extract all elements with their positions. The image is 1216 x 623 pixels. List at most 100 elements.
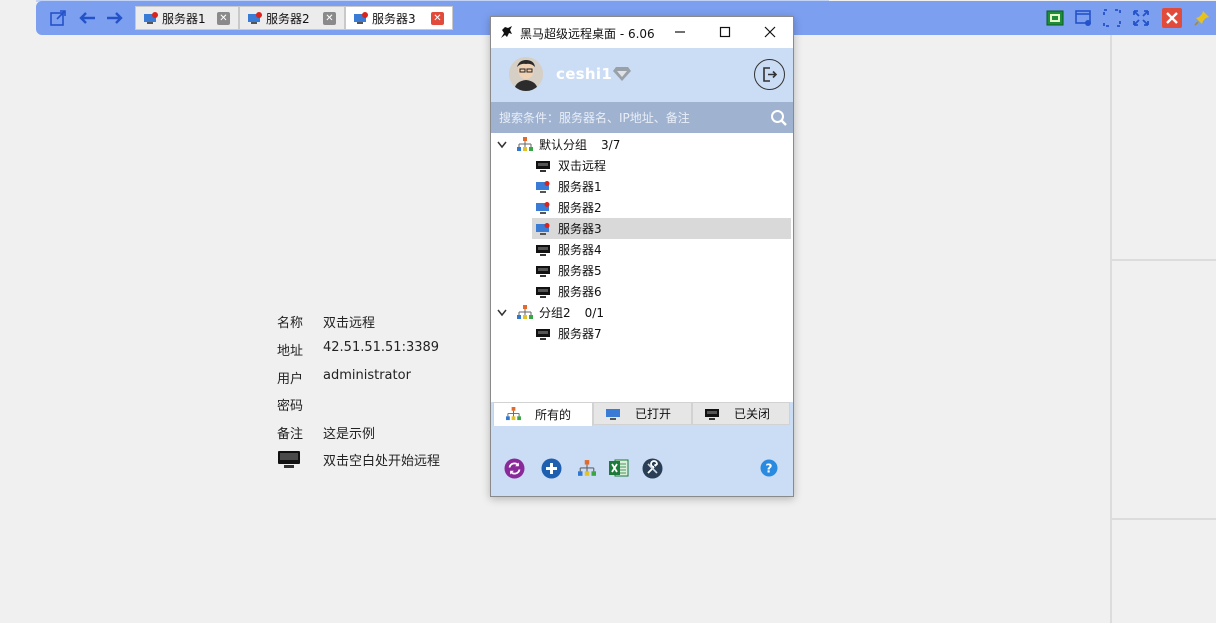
group-label: 分组2 0/1	[539, 306, 604, 320]
server-open-icon	[248, 11, 262, 24]
user-header: ceshi1	[491, 48, 793, 102]
tree-item[interactable]: 服务器6	[536, 281, 786, 302]
popout-icon[interactable]	[48, 9, 68, 27]
tree-item[interactable]: 双击远程	[536, 155, 786, 176]
server-offline-icon	[536, 265, 550, 277]
tab-server-1[interactable]: 服务器1 ✕	[135, 6, 239, 30]
server-offline-icon	[536, 160, 550, 172]
group-icon	[517, 305, 533, 319]
tree-item[interactable]: 服务器5	[536, 260, 786, 281]
close-icon[interactable]: ✕	[323, 12, 336, 25]
tree-item-label: 双击远程	[558, 159, 607, 173]
filter-tabs: 所有的 已打开 已关闭	[491, 402, 793, 426]
server-open-icon	[536, 201, 550, 214]
search-icon[interactable]	[770, 109, 788, 131]
server-open-icon	[536, 222, 550, 235]
tree-item-label: 服务器1	[558, 180, 602, 194]
search-input[interactable]	[499, 108, 764, 128]
group-icon	[506, 407, 521, 421]
server-open-icon	[536, 180, 550, 193]
server-offline-icon	[536, 286, 550, 298]
remote-desktop-window: 黑马超级远程桌面 - 6.06 ceshi1 默认分组3/7	[490, 16, 794, 497]
close-all-icon[interactable]	[1162, 8, 1182, 28]
group-icon	[517, 137, 533, 151]
group-label: 默认分组 3/7	[539, 138, 621, 152]
server-offline-icon	[705, 409, 719, 420]
info-value: 42.51.51.51:3389	[323, 340, 440, 355]
info-key: 用户	[277, 372, 304, 387]
split-divider	[1112, 259, 1216, 261]
diamond-icon	[613, 67, 631, 81]
close-icon[interactable]: ✕	[431, 12, 444, 25]
tree-item-label: 服务器7	[558, 327, 602, 341]
info-value: 双击远程	[323, 316, 376, 331]
tree-group-default[interactable]: 默认分组 3/7	[497, 134, 787, 155]
tree-item-label: 服务器5	[558, 264, 602, 278]
tree-item[interactable]: 服务器4	[536, 239, 786, 260]
server-tree: 默认分组3/7 双击远程 服务器1 服务器2 服务器3 服务器4 服务器5 服	[491, 133, 793, 401]
add-icon[interactable]	[540, 457, 562, 479]
split-divider	[1110, 35, 1112, 623]
start-remote-label: 双击空白处开始远程	[323, 454, 441, 469]
forward-arrow-icon[interactable]	[105, 9, 125, 27]
server-open-icon	[354, 11, 368, 24]
tab-opened[interactable]: 已打开	[593, 402, 692, 425]
tab-label: 所有的	[535, 408, 572, 422]
tab-all[interactable]: 所有的	[493, 402, 593, 426]
tree-item-label: 服务器6	[558, 285, 602, 299]
expand-icon[interactable]	[1131, 9, 1151, 27]
tree-item[interactable]: 服务器1	[536, 176, 786, 197]
back-arrow-icon[interactable]	[77, 9, 97, 27]
logout-icon[interactable]	[754, 59, 785, 90]
window-title-bar[interactable]: 黑马超级远程桌面 - 6.06	[491, 17, 793, 48]
server-open-icon	[606, 409, 620, 420]
screenshot-icon[interactable]	[1045, 9, 1065, 27]
info-key: 备注	[277, 427, 304, 442]
info-key: 密码	[277, 399, 304, 414]
tree-item[interactable]: 服务器7	[536, 323, 786, 344]
window-settings-icon[interactable]	[1074, 9, 1094, 27]
info-key: 地址	[277, 344, 304, 359]
tab-label: 已关闭	[734, 407, 771, 421]
svg-text:?: ?	[766, 462, 773, 476]
split-divider	[1112, 518, 1216, 520]
excel-icon[interactable]	[608, 457, 630, 479]
tree-item[interactable]: 服务器2	[536, 197, 786, 218]
close-button[interactable]	[756, 21, 784, 43]
refresh-icon[interactable]	[503, 457, 525, 479]
window-title: 黑马超级远程桌面 - 6.06	[520, 27, 655, 41]
server-offline-icon	[536, 244, 550, 256]
server-open-icon	[144, 11, 158, 24]
group-manage-icon[interactable]	[576, 457, 598, 479]
tab-server-3[interactable]: 服务器3 ✕	[345, 6, 453, 30]
fullscreen-icon[interactable]	[1102, 9, 1122, 27]
info-value: 这是示例	[323, 427, 376, 442]
bottom-toolbar: ?	[491, 426, 793, 496]
close-icon[interactable]: ✕	[217, 12, 230, 25]
pin-icon[interactable]	[1192, 9, 1212, 27]
horse-logo-icon	[501, 26, 512, 38]
info-key: 名称	[277, 316, 304, 331]
chevron-down-icon	[497, 141, 507, 148]
minimize-button[interactable]	[666, 21, 694, 43]
avatar[interactable]	[509, 57, 543, 91]
tab-label: 已打开	[635, 407, 672, 421]
tree-item-label: 服务器2	[558, 201, 602, 215]
maximize-button[interactable]	[711, 21, 739, 43]
tab-server-2[interactable]: 服务器2 ✕	[239, 6, 345, 30]
chevron-down-icon	[497, 309, 507, 316]
tab-closed[interactable]: 已关闭	[692, 402, 790, 425]
tree-item-selected[interactable]: 服务器3	[532, 218, 791, 239]
search-bar	[491, 102, 793, 133]
tab-label: 服务器2	[266, 11, 310, 26]
monitor-icon	[277, 450, 317, 473]
tree-item-label: 服务器4	[558, 243, 602, 257]
tree-item-label: 服务器3	[558, 222, 602, 236]
tab-label: 服务器3	[372, 11, 416, 26]
info-value: administrator	[323, 368, 411, 383]
tab-label: 服务器1	[162, 11, 206, 26]
username: ceshi1	[556, 65, 613, 83]
tree-group-2[interactable]: 分组2 0/1	[497, 302, 787, 323]
help-icon[interactable]: ?	[758, 457, 780, 479]
settings-icon[interactable]	[641, 457, 663, 479]
